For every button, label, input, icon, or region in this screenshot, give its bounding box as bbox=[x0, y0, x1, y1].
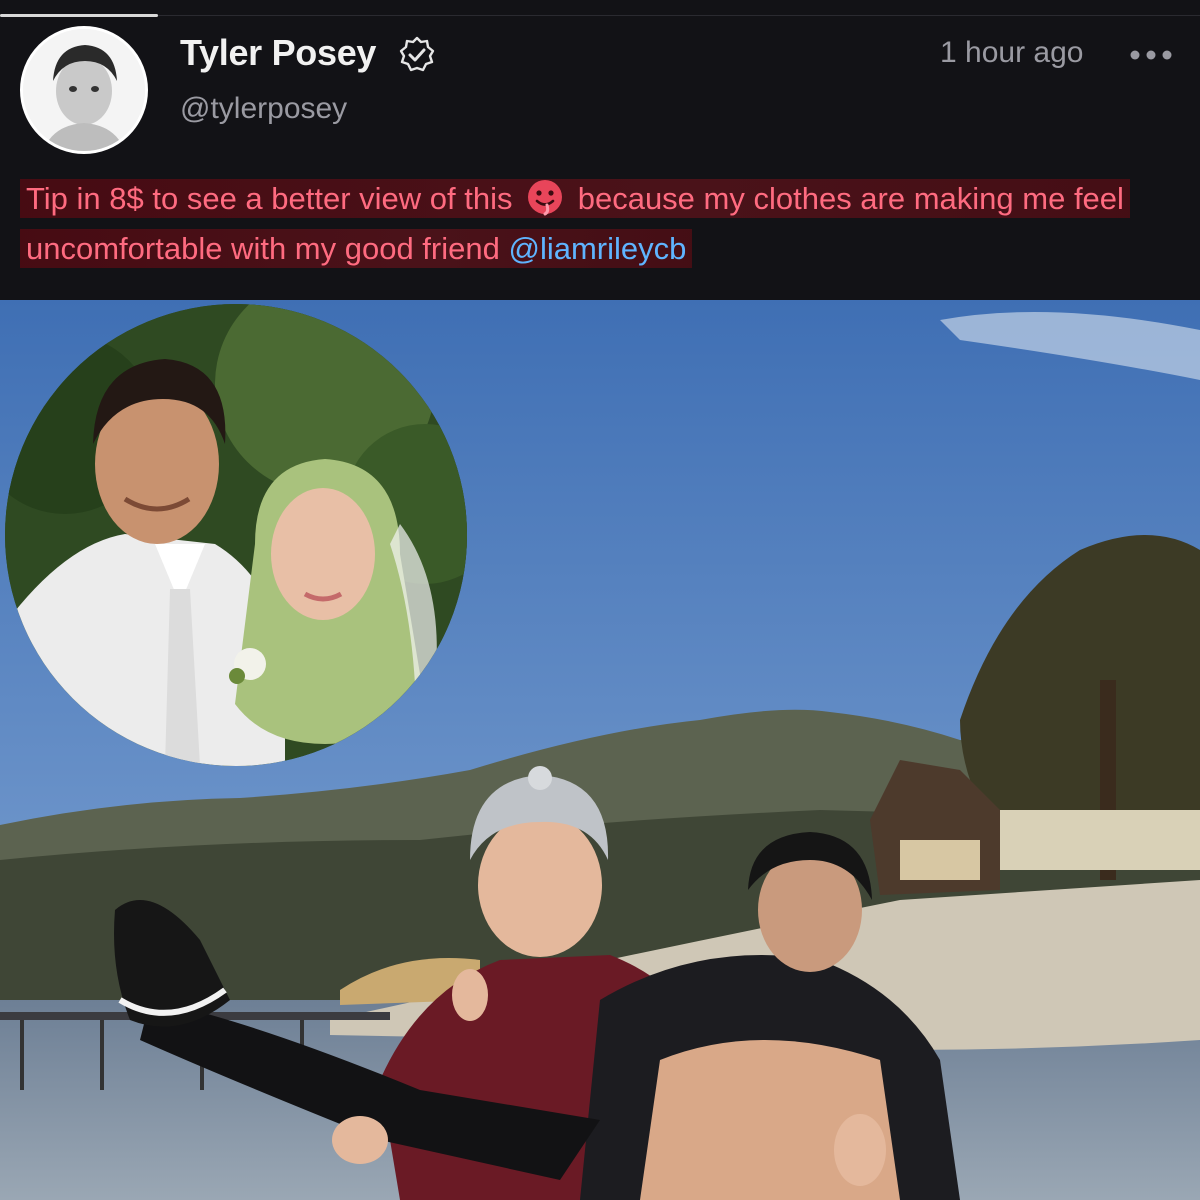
author-handle[interactable]: @tylerposey bbox=[180, 92, 347, 126]
post-header: Tyler Posey @tylerposey 1 hour ago Tip i… bbox=[0, 0, 1200, 300]
post-screenshot: Tyler Posey @tylerposey 1 hour ago Tip i… bbox=[0, 0, 1200, 1200]
post-caption: Tip in 8$ to see a better view of this b… bbox=[20, 174, 1190, 274]
caption-text-1: Tip in 8$ to see a better view of this bbox=[26, 181, 522, 216]
inset-wedding-photo bbox=[5, 304, 467, 766]
verified-badge-icon bbox=[399, 36, 435, 72]
avatar[interactable] bbox=[20, 26, 148, 154]
post-timestamp: 1 hour ago bbox=[940, 36, 1084, 69]
active-tab-indicator bbox=[0, 14, 158, 17]
drooling-face-icon bbox=[528, 180, 563, 216]
divider bbox=[158, 15, 1200, 16]
avatar-image bbox=[23, 29, 145, 151]
more-options-icon[interactable] bbox=[1128, 40, 1174, 70]
caption-highlight: Tip in 8$ to see a better view of this b… bbox=[20, 179, 1130, 268]
author-display-name[interactable]: Tyler Posey bbox=[180, 32, 376, 74]
wedding-portrait-image bbox=[5, 304, 467, 766]
mention-link[interactable]: @liamrileycb bbox=[508, 231, 686, 266]
